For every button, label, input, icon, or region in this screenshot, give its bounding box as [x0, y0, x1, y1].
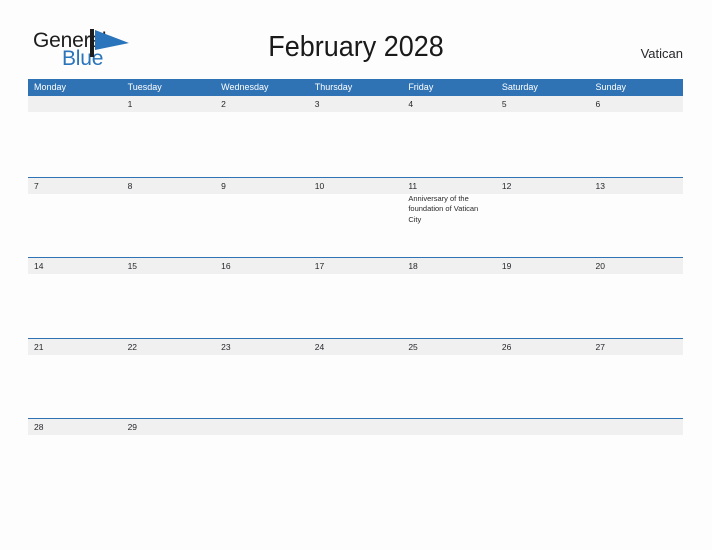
- day-number: [315, 421, 403, 435]
- day-cell-18[interactable]: 18: [402, 258, 496, 338]
- day-cell-10[interactable]: 10: [309, 178, 403, 258]
- day-number: 12: [501, 180, 512, 191]
- day-number: 1: [127, 99, 133, 109]
- day-cell-13[interactable]: 13: [589, 178, 683, 258]
- day-cell-5[interactable]: 5: [496, 96, 590, 177]
- day-number: 23: [221, 341, 231, 352]
- page-header: General Blue February 2028 Vatican: [0, 0, 712, 78]
- day-number: [595, 421, 683, 435]
- day-number: 29: [127, 422, 138, 433]
- day-cell-29[interactable]: 29: [122, 419, 216, 499]
- calendar-week-row: 28 29: [28, 418, 683, 499]
- day-number: 20: [595, 261, 605, 272]
- day-number: 18: [408, 261, 418, 272]
- country-label: Vatican: [640, 46, 683, 61]
- calendar-weeks: 1 2 3 4 5 6 7 8 9 10 11 Anniversary of the foundati…: [28, 96, 683, 499]
- day-number: 14: [34, 261, 44, 272]
- day-cell-16[interactable]: 16: [215, 258, 309, 338]
- weekday-header-monday: Monday: [34, 82, 67, 92]
- day-cell-27[interactable]: 27: [589, 339, 683, 419]
- day-number: 9: [221, 180, 226, 191]
- day-number: 13: [595, 180, 605, 191]
- day-number: 3: [314, 99, 320, 109]
- day-cell-4[interactable]: 4: [402, 96, 496, 177]
- day-cell-8[interactable]: 8: [122, 178, 216, 258]
- day-cell-14[interactable]: 14: [28, 258, 122, 338]
- day-number: 8: [127, 180, 133, 191]
- day-number: 4: [408, 99, 414, 109]
- day-number: [408, 421, 496, 435]
- week-cells: 7 8 9 10 11 Anniversary of the foundation of …: [28, 178, 683, 258]
- day-cell-1[interactable]: 1: [122, 96, 216, 177]
- day-number: 27: [595, 341, 605, 352]
- day-number: 16: [221, 261, 231, 272]
- day-cell-empty: [309, 419, 403, 499]
- day-cell-empty: [28, 96, 122, 177]
- weekday-header-wednesday: Wednesday: [221, 82, 269, 92]
- day-cell-6[interactable]: 6: [589, 96, 683, 177]
- day-number: 11: [408, 180, 418, 191]
- day-cell-21[interactable]: 21: [28, 339, 122, 419]
- day-number: [34, 98, 122, 112]
- day-cell-empty: [215, 419, 309, 499]
- day-cell-19[interactable]: 19: [496, 258, 590, 338]
- day-cell-22[interactable]: 22: [122, 339, 216, 419]
- calendar-week-row: 1 2 3 4 5 6: [28, 96, 683, 177]
- day-cell-15[interactable]: 15: [122, 258, 216, 338]
- day-number: 7: [34, 180, 39, 191]
- day-cell-26[interactable]: 26: [496, 339, 590, 419]
- calendar-page: General Blue February 2028 Vatican Monda…: [0, 0, 712, 550]
- calendar-event: Anniversary of the foundation of Vatican…: [408, 193, 479, 224]
- day-number: 25: [408, 341, 418, 352]
- day-number: 22: [127, 341, 138, 352]
- day-cell-12[interactable]: 12: [496, 178, 590, 258]
- calendar-week-row: 7 8 9 10 11 Anniversary of the foundation of …: [28, 176, 683, 258]
- day-number: 2: [221, 99, 226, 109]
- day-cell-9[interactable]: 9: [215, 178, 309, 258]
- weekday-header-friday: Friday: [408, 82, 434, 92]
- day-number: 28: [34, 422, 44, 433]
- day-cell-3[interactable]: 3: [309, 96, 403, 177]
- day-number: 17: [314, 261, 325, 272]
- day-number: 10: [314, 180, 325, 191]
- day-number: 24: [314, 341, 325, 352]
- week-cells: 14 15 16 17 18 19 20: [28, 258, 683, 338]
- day-cell-11[interactable]: 11 Anniversary of the foundation of Vatic…: [402, 178, 496, 258]
- day-cell-7[interactable]: 7: [28, 178, 122, 258]
- day-cell-20[interactable]: 20: [589, 258, 683, 338]
- day-cell-empty: [496, 419, 590, 499]
- day-number: 15: [127, 261, 138, 272]
- week-cells: 21 22 23 24 25 26 27: [28, 339, 683, 419]
- day-number: [221, 421, 309, 435]
- calendar-week-row: 14 15 16 17 18 19 20: [28, 257, 683, 338]
- day-number: 6: [595, 99, 601, 109]
- day-cell-24[interactable]: 24: [309, 339, 403, 419]
- weekday-header-thursday: Thursday: [314, 82, 353, 92]
- day-events: Anniversary of the foundation of Vatican…: [408, 194, 496, 226]
- day-number: 5: [501, 99, 507, 109]
- day-cell-17[interactable]: 17: [309, 258, 403, 338]
- day-number: [502, 421, 590, 435]
- weekday-header-sunday: Sunday: [595, 82, 626, 92]
- weekday-header-row: Monday Tuesday Wednesday Thursday Friday Satu…: [28, 79, 683, 96]
- day-cell-empty: [589, 419, 683, 499]
- weekday-header-saturday: Saturday: [501, 82, 538, 92]
- week-cells: 1 2 3 4 5 6: [28, 96, 683, 177]
- day-cell-empty: [402, 419, 496, 499]
- day-cell-2[interactable]: 2: [215, 96, 309, 177]
- page-title: February 2028: [268, 31, 444, 63]
- day-number: 26: [501, 341, 512, 352]
- day-cell-23[interactable]: 23: [215, 339, 309, 419]
- day-cell-28[interactable]: 28: [28, 419, 122, 499]
- day-number: 19: [501, 261, 512, 272]
- day-cell-25[interactable]: 25: [402, 339, 496, 419]
- week-cells: 28 29: [28, 419, 683, 499]
- weekday-header-tuesday: Tuesday: [127, 82, 162, 92]
- calendar-week-row: 21 22 23 24 25 26 27: [28, 337, 683, 419]
- calendar-grid: Monday Tuesday Wednesday Thursday Friday Satu…: [28, 79, 683, 499]
- day-number: 21: [34, 341, 44, 352]
